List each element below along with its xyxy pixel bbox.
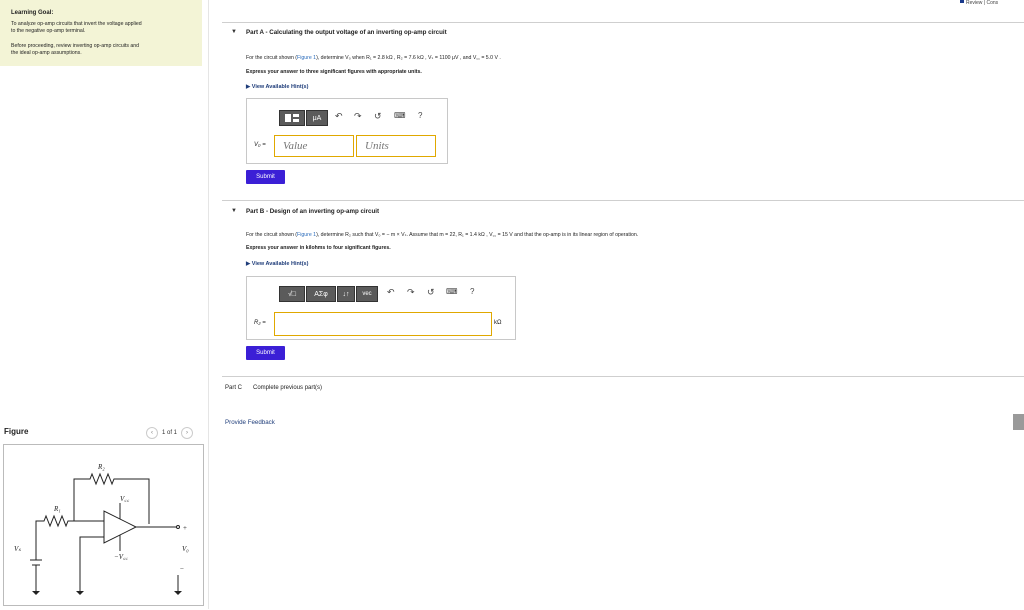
- learning-goal-line: To analyze op-amp circuits that invert t…: [11, 21, 142, 27]
- template-grid-icon: [285, 114, 299, 122]
- part-a-hint-link[interactable]: ▶ View Available Hint(s): [246, 84, 308, 90]
- r1-figure-label: R₁: [53, 505, 61, 513]
- part-b-instruction: Express your answer in kilohms to four s…: [246, 245, 391, 251]
- question-text: ), determine V₀ when R₁ = 2.8 kΩ , R₂ = …: [316, 55, 501, 61]
- undo-icon[interactable]: ↶: [387, 287, 395, 298]
- vo-figure-label: V₀: [182, 545, 189, 553]
- help-button[interactable]: ?: [470, 287, 474, 296]
- part-a-instruction: Express your answer to three significant…: [246, 69, 422, 75]
- part-c-divider: [222, 376, 1024, 378]
- learning-goal-line: the ideal op-amp assumptions.: [11, 50, 82, 56]
- vs-figure-label: Vₛ: [14, 545, 21, 553]
- part-b-submit-button[interactable]: Submit: [246, 346, 285, 360]
- part-c-text: Complete previous part(s): [253, 385, 323, 391]
- part-b-divider: [222, 200, 1024, 202]
- collapse-triangle-icon[interactable]: ▼: [231, 208, 237, 214]
- part-c-label: Part C: [225, 385, 243, 391]
- figure-pager: ‹ 1 of 1 ›: [146, 427, 194, 439]
- part-a-title[interactable]: Part A - Calculating the output voltage …: [246, 29, 447, 36]
- column-divider: [208, 0, 209, 609]
- hint-label: View Available Hint(s): [251, 84, 309, 90]
- learning-goal-title: Learning Goal:: [11, 10, 54, 16]
- figure-title: Figure: [4, 427, 29, 436]
- figure-page-count: 1 of 1: [162, 430, 178, 436]
- question-text: For the circuit shown (: [246, 55, 298, 61]
- part-a-submit-button[interactable]: Submit: [246, 170, 285, 184]
- units-button[interactable]: μA: [306, 110, 328, 126]
- part-a-question: For the circuit shown (Figure 1), determ…: [246, 53, 501, 61]
- collapse-triangle-icon[interactable]: ▼: [231, 29, 237, 35]
- learning-goal-line: Before proceeding, review inverting op-a…: [11, 43, 140, 49]
- r2-figure-label: R₂: [97, 463, 105, 471]
- question-text: For the circuit shown (: [246, 232, 298, 238]
- part-b-title[interactable]: Part B - Design of an inverting op-amp c…: [246, 208, 379, 215]
- op-amp-circuit-diagram: R₂ R₁ V꜀꜀ −V꜀꜀ Vₛ V₀ + −: [14, 463, 189, 595]
- greek-button[interactable]: ΑΣφ: [306, 286, 336, 302]
- redo-icon[interactable]: ↷: [354, 111, 362, 122]
- provide-feedback-link[interactable]: Provide Feedback: [225, 419, 275, 426]
- figure-frame: R₂ R₁ V꜀꜀ −V꜀꜀ Vₛ V₀ + −: [3, 444, 204, 606]
- part-b-question: For the circuit shown (Figure 1), determ…: [246, 230, 638, 238]
- reset-icon[interactable]: ↺: [427, 287, 435, 298]
- question-text: ), determine R₂ such that V₀ = − m × Vₛ.…: [316, 232, 639, 238]
- arrows-button[interactable]: ↓↑: [337, 286, 355, 302]
- next-figure-button[interactable]: ›: [181, 427, 194, 439]
- r2-input[interactable]: [274, 312, 492, 336]
- part-a-divider: [222, 22, 1024, 24]
- help-button[interactable]: ?: [418, 111, 422, 120]
- value-input[interactable]: [274, 135, 354, 157]
- v0-label: V₀ =: [254, 142, 266, 148]
- kohm-unit: kΩ: [494, 320, 502, 326]
- minus-terminal-label: −: [180, 565, 184, 573]
- learning-goal-line: to the negative op-amp terminal.: [11, 28, 86, 34]
- vcc-negative-label: −V꜀꜀: [114, 553, 128, 561]
- template-button[interactable]: [279, 110, 305, 126]
- units-input[interactable]: [356, 135, 436, 157]
- figure-link[interactable]: Figure 1: [297, 55, 316, 61]
- vec-button[interactable]: vec: [356, 286, 378, 302]
- keyboard-icon[interactable]: ⌨: [446, 287, 458, 296]
- prev-figure-button[interactable]: ‹: [146, 427, 158, 439]
- redo-icon[interactable]: ↷: [407, 287, 415, 298]
- reset-icon[interactable]: ↺: [374, 111, 382, 122]
- next-tab-button[interactable]: [1013, 414, 1024, 430]
- figure-link[interactable]: Figure 1: [297, 232, 316, 238]
- hint-label: View Available Hint(s): [251, 261, 309, 267]
- review-link[interactable]: Review | Cons: [966, 0, 998, 6]
- undo-icon[interactable]: ↶: [335, 111, 343, 122]
- template-button[interactable]: √□: [279, 286, 305, 302]
- plus-terminal-label: +: [183, 524, 187, 532]
- part-b-hint-link[interactable]: ▶ View Available Hint(s): [246, 261, 308, 267]
- vcc-positive-label: V꜀꜀: [120, 495, 130, 503]
- review-marker: [960, 0, 964, 3]
- r2-label: R₂ =: [254, 320, 266, 326]
- keyboard-icon[interactable]: ⌨: [394, 111, 406, 120]
